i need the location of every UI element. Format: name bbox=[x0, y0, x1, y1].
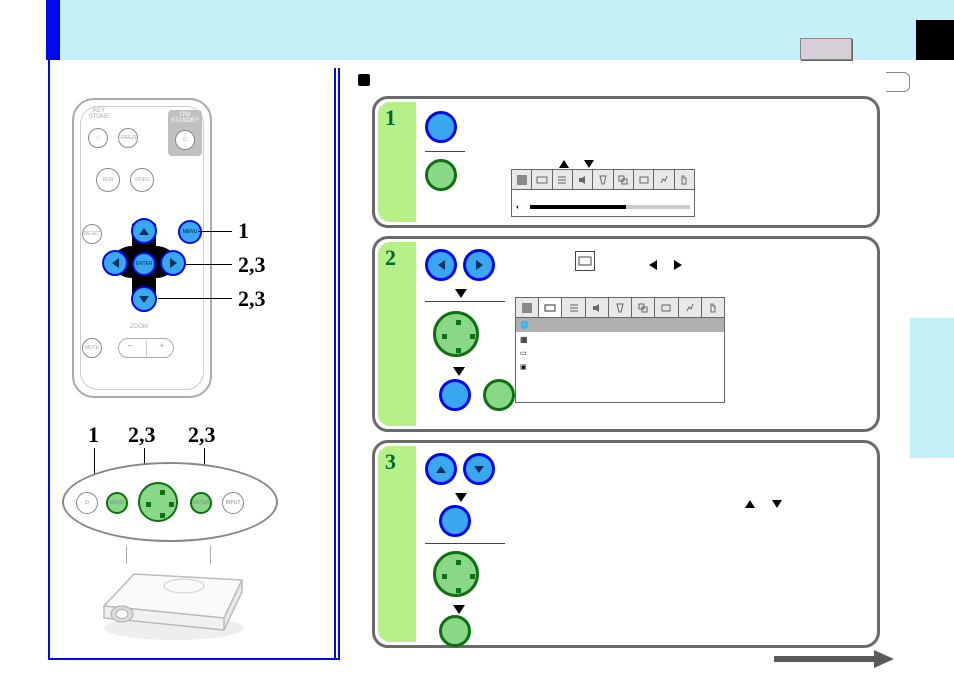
page-ref-tab[interactable] bbox=[886, 72, 910, 92]
header-accent bbox=[46, 0, 60, 60]
right-arrow-button-icon bbox=[463, 249, 495, 281]
dpad-down-button[interactable] bbox=[131, 286, 157, 312]
right-triangle-icon bbox=[674, 260, 682, 270]
osd-display-submenu: 🌐 ▦ ▭ ▣ bbox=[515, 297, 725, 403]
side-tab bbox=[910, 318, 954, 458]
panel-callout-1: 1 bbox=[88, 422, 99, 448]
step-number: 1 bbox=[385, 105, 396, 131]
menu-panel-icon bbox=[425, 159, 457, 191]
keystone-button: ▱ bbox=[88, 128, 108, 148]
up-triangle-icon bbox=[745, 500, 755, 508]
page-number-tab bbox=[916, 20, 954, 60]
left-arrow-button-icon bbox=[425, 249, 457, 281]
video-button: VIDEO bbox=[130, 168, 154, 192]
down-triangle-icon bbox=[584, 160, 594, 168]
display-menu-icon bbox=[575, 251, 595, 271]
freeze-button: FREEZE bbox=[118, 128, 138, 148]
down-arrow-button-icon bbox=[463, 453, 495, 485]
panel-menu-button[interactable]: MENU bbox=[106, 492, 128, 514]
zoom-rocker: − + bbox=[118, 338, 174, 358]
column-divider bbox=[334, 68, 336, 660]
flow-arrow-icon bbox=[453, 605, 465, 614]
dpad-left-button[interactable] bbox=[102, 250, 128, 276]
column-divider bbox=[338, 68, 340, 660]
enter-remote-icon bbox=[439, 505, 471, 537]
left-rule bbox=[48, 60, 50, 660]
up-arrow-button-icon bbox=[425, 453, 457, 485]
step-number: 3 bbox=[385, 449, 396, 475]
keystone-label: KEY STONE bbox=[84, 108, 114, 120]
projector-icon bbox=[94, 556, 252, 646]
step-number: 2 bbox=[385, 245, 396, 271]
enter-button[interactable]: ENTER bbox=[132, 252, 156, 276]
step-panel-1: 1 ◐ bbox=[372, 96, 880, 228]
dpad-up-button[interactable] bbox=[131, 218, 157, 244]
flow-arrow-icon bbox=[453, 367, 465, 376]
panel-selection-button[interactable] bbox=[138, 482, 178, 522]
selection-panel-icon bbox=[433, 311, 479, 357]
panel-callout-2: 2,3 bbox=[128, 422, 156, 448]
dpad-right-button[interactable] bbox=[160, 250, 186, 276]
down-triangle-icon bbox=[772, 500, 782, 508]
selection-panel-icon bbox=[433, 551, 479, 597]
panel-power-button: ⏻ bbox=[76, 492, 98, 514]
mute-button: MUTE bbox=[82, 338, 102, 358]
rgb-button: RGB bbox=[96, 168, 120, 192]
menu-remote-icon bbox=[425, 111, 457, 143]
enter-panel-icon bbox=[483, 379, 515, 411]
up-triangle-icon bbox=[559, 160, 569, 168]
standby-button-box: ON/ STANDBY ⏻ bbox=[168, 110, 202, 156]
flow-arrow-icon bbox=[455, 289, 467, 298]
step-panel-2: 2 bbox=[372, 236, 880, 432]
callout-1: 1 bbox=[238, 218, 249, 244]
enter-panel-icon bbox=[439, 615, 471, 647]
callout-3: 2,3 bbox=[238, 286, 266, 312]
flow-arrow-icon bbox=[455, 493, 467, 502]
left-triangle-icon bbox=[649, 260, 657, 270]
panel-enter-button[interactable]: ENTER bbox=[190, 492, 212, 514]
enter-remote-icon bbox=[439, 379, 471, 411]
power-icon: ⏻ bbox=[175, 130, 195, 150]
callout-2: 2,3 bbox=[238, 252, 266, 278]
contents-button[interactable] bbox=[800, 38, 852, 60]
continued-arrow-icon bbox=[774, 650, 894, 668]
panel-input-button: INPUT bbox=[222, 492, 244, 514]
projector-panel-diagram: ⏻ MENU ENTER INPUT bbox=[62, 462, 278, 548]
step-panel-3: 3 bbox=[372, 440, 880, 648]
reset-button: RESET bbox=[82, 224, 102, 244]
menu-button[interactable]: MENU bbox=[178, 220, 202, 244]
bottom-rule bbox=[48, 658, 338, 660]
osd-quickmenu: ◐ bbox=[511, 169, 695, 217]
bullet-icon bbox=[358, 74, 370, 86]
panel-callout-3: 2,3 bbox=[188, 422, 216, 448]
remote-control-diagram: KEY STONE ON/ STANDBY ⏻ ▱ FREEZE RGB VID… bbox=[72, 98, 212, 398]
